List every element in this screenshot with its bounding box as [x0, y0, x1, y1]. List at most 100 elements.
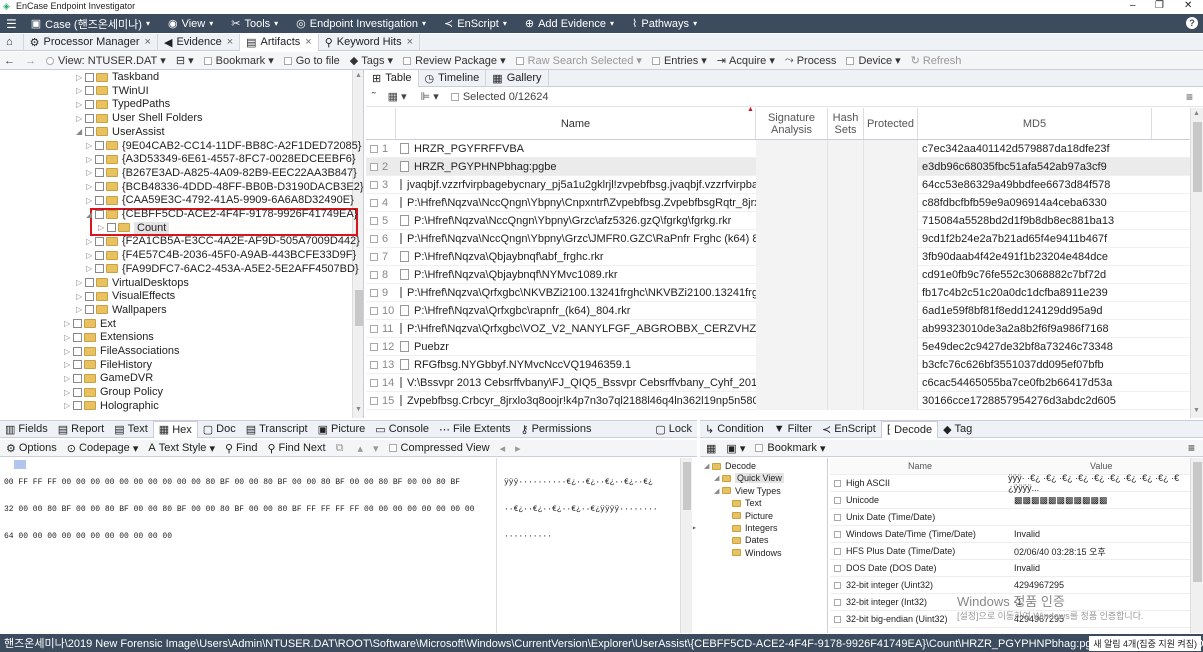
collapsed-icon[interactable]: ▷: [76, 114, 85, 123]
tree-node[interactable]: ▷ Group Policy: [64, 385, 163, 399]
row-checkbox[interactable]: [370, 324, 378, 333]
bottom-tab-2[interactable]: ▤ Text: [109, 421, 153, 438]
menu-6[interactable]: ⌇ Pathways ▾: [632, 17, 701, 31]
node-checkbox[interactable]: [85, 99, 94, 109]
bottom-tab-4[interactable]: ▢ Doc: [198, 421, 241, 438]
bottom-tab-8[interactable]: ⋯ File Extents: [434, 421, 515, 438]
collapsed-icon[interactable]: ▷: [76, 278, 85, 287]
device-button[interactable]: Device ▾: [846, 54, 901, 67]
tab-2[interactable]: ◀ Evidence ×: [158, 33, 241, 51]
row-checkbox[interactable]: [370, 180, 378, 189]
bottom-tab-6[interactable]: ▣ Picture: [313, 421, 371, 438]
decode-grid-icon[interactable]: ▦: [706, 442, 716, 455]
tree-node[interactable]: ▷ VisualEffects: [76, 289, 175, 303]
decode-row[interactable]: Windows Date/Time (Time/Date) Invalid: [830, 526, 1203, 543]
collapsed-icon[interactable]: ▷: [64, 319, 73, 328]
tab-close-icon[interactable]: ×: [227, 36, 233, 48]
raw-search-button[interactable]: Raw Search Selected ▾: [515, 54, 642, 67]
node-checkbox[interactable]: [85, 127, 94, 137]
table-row[interactable]: 10 P:\Hfref\Nqzva\Qrfxgbc\rapnfr_(k64)_80…: [366, 301, 1190, 320]
collapsed-icon[interactable]: ▷: [86, 251, 95, 260]
collapsed-icon[interactable]: ▷: [86, 182, 95, 191]
col-md5[interactable]: MD5: [918, 108, 1152, 139]
table-row[interactable]: 12 Puebzr 5e49dec2c9427de32bf8a73246c73348: [366, 337, 1190, 356]
bottom-right-tab-2[interactable]: ≺ EnScript: [817, 421, 881, 438]
node-checkbox[interactable]: [85, 113, 94, 123]
node-checkbox[interactable]: [85, 72, 94, 82]
node-checkbox[interactable]: [95, 236, 104, 246]
decode-row[interactable]: HFS Plus Date (Time/Date) 02/06/40 03:28:…: [830, 543, 1203, 560]
tree-node[interactable]: ▷ TypedPaths: [76, 97, 170, 111]
help-icon[interactable]: ?: [1186, 17, 1198, 29]
collapsed-icon[interactable]: ▷: [86, 264, 95, 273]
review-package-button[interactable]: Review Package ▾: [403, 54, 506, 67]
prev-icon[interactable]: ◂: [500, 442, 506, 455]
tree-node[interactable]: ▷ {BCB48336-4DDD-48FF-BB0B-D3190DACB3E2}: [86, 180, 363, 194]
table-row[interactable]: 4 P:\Hfref\Nqzva\NccQngn\Ybpny\Cnpxntrf\Z…: [366, 193, 1190, 212]
row-checkbox[interactable]: [370, 216, 378, 225]
table-scrollbar[interactable]: ▲ ▼: [1190, 108, 1203, 418]
table-row[interactable]: 13 RFGfbsg.NYGbbyf.NYMvcNccVQ1946359.1 b3c…: [366, 355, 1190, 374]
decode-row[interactable]: DOS Date (DOS Date) Invalid: [830, 560, 1203, 577]
node-checkbox[interactable]: [85, 305, 94, 315]
row-checkbox[interactable]: [370, 234, 378, 243]
subtab-1[interactable]: ◷ Timeline: [419, 69, 487, 87]
tree-node[interactable]: ▷ Extensions: [64, 330, 154, 344]
bottom-tab-9[interactable]: ⚷ Permissions: [516, 421, 597, 438]
tree-node[interactable]: ▷ {F4E57C4B-2036-45F0-A9AB-443BCFE33D9F}: [86, 248, 356, 262]
back-button[interactable]: ←: [4, 55, 15, 67]
row-checkbox[interactable]: [370, 396, 378, 405]
next-icon[interactable]: ▸: [515, 442, 521, 455]
decode-tree-node[interactable]: Dates: [724, 534, 769, 546]
decode-tree-node[interactable]: ◢ Quick View: [714, 472, 784, 484]
hex-view[interactable]: 00 FF FF FF 00 00 00 00 00 00 00 00 00 0…: [0, 458, 697, 633]
bottom-tab-10[interactable]: ▢ Lock: [650, 421, 697, 438]
decode-layout-icon[interactable]: ▣ ▾: [726, 442, 745, 455]
menu-2[interactable]: ✂ Tools ▾: [231, 17, 282, 31]
node-checkbox[interactable]: [107, 223, 116, 233]
textstyle-button[interactable]: A Text Style ▾: [148, 442, 215, 455]
bottom-right-tab-1[interactable]: ▼ Filter: [769, 421, 817, 438]
subtab-0[interactable]: ⊞ Table: [366, 69, 419, 87]
notification-badge[interactable]: 새 알림 4개(집중 지원 켜짐): [1089, 636, 1201, 651]
node-checkbox[interactable]: [95, 168, 104, 178]
node-checkbox[interactable]: [95, 182, 104, 192]
collapsed-icon[interactable]: ▷: [86, 155, 95, 164]
close-window-button[interactable]: ✕: [1184, 0, 1192, 11]
decode-scroll-thumb[interactable]: [1193, 462, 1202, 582]
collapsed-icon[interactable]: ▷: [98, 223, 107, 232]
hex-scrollbar[interactable]: [680, 458, 692, 633]
decode-menu-icon[interactable]: ≡: [1188, 441, 1195, 455]
tree-node[interactable]: ▷ TWinUI: [76, 84, 149, 98]
decode-tree-node[interactable]: ◢ View Types: [714, 485, 781, 497]
decode-tree-node[interactable]: ◢ Decode: [704, 460, 756, 472]
node-checkbox[interactable]: [95, 250, 104, 260]
tree-node[interactable]: ▷ Holographic: [64, 399, 159, 413]
node-checkbox[interactable]: [85, 291, 94, 301]
collapsed-icon[interactable]: ▷: [64, 333, 73, 342]
find-button[interactable]: ⚲ Find: [225, 442, 257, 455]
tree-node[interactable]: ◢ {CEBFF5CD-ACE2-4F4F-9178-9926F41749EA}: [86, 207, 357, 221]
table-row[interactable]: 9 P:\Hfref\Nqzva\Qrfxgbc\NKVBZi2100.13241…: [366, 283, 1190, 302]
collapsed-icon[interactable]: ▷: [64, 374, 73, 383]
table-row[interactable]: 8 P:\Hfref\Nqzva\Qbjaybnqf\NYMvc1089.rkr c…: [366, 265, 1190, 284]
node-checkbox[interactable]: [73, 360, 82, 370]
table-row[interactable]: 14 V:\Bssvpr 2013 Cebsrffvbany\FJ_QIQ5_Bs…: [366, 373, 1190, 392]
decode-arrow-icon[interactable]: ◢: [714, 487, 722, 495]
tree-node[interactable]: ▷ Ext: [64, 317, 116, 331]
node-checkbox[interactable]: [85, 86, 94, 96]
options-button[interactable]: ⚙ Options: [6, 442, 57, 455]
node-checkbox[interactable]: [73, 319, 82, 329]
collapsed-icon[interactable]: ▷: [64, 347, 73, 356]
sort-icon[interactable]: ˜: [372, 91, 376, 103]
collapsed-icon[interactable]: ▷: [86, 141, 95, 150]
compressed-view-toggle[interactable]: Compressed View: [388, 442, 490, 454]
node-checkbox[interactable]: [73, 401, 82, 411]
acquire-button[interactable]: ⇥ Acquire ▾: [717, 54, 775, 68]
row-checkbox[interactable]: [370, 288, 378, 297]
menu-0[interactable]: ▣ Case (핸즈온세미나) ▾: [31, 16, 154, 32]
col-protected[interactable]: Protected: [864, 108, 918, 139]
tree-node[interactable]: ▷ Count: [98, 221, 170, 235]
row-checkbox[interactable]: [370, 144, 378, 153]
bottom-tab-5[interactable]: ▤ Transcript: [241, 421, 313, 438]
